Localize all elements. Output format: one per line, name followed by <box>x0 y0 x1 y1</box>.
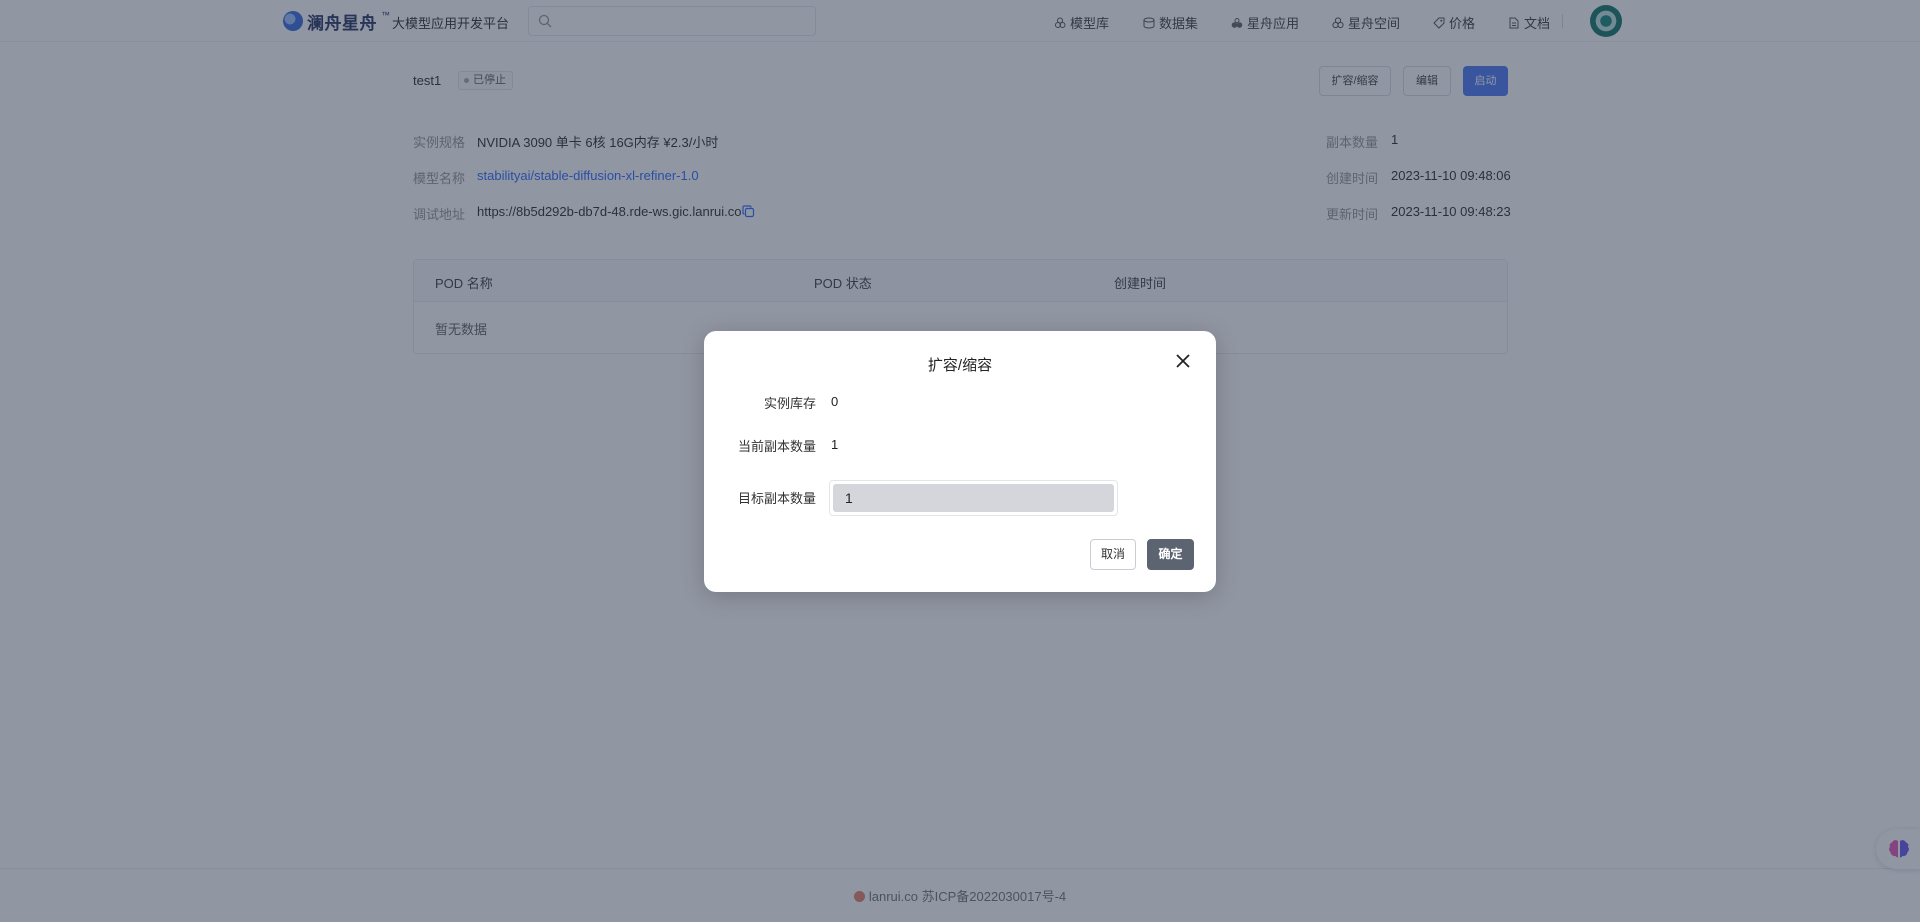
target-replicas-label: 目标副本数量 <box>737 491 816 506</box>
confirm-button[interactable]: 确定 <box>1147 539 1194 570</box>
instance-stock-value: 0 <box>831 394 839 409</box>
cancel-button[interactable]: 取消 <box>1090 539 1136 570</box>
scale-dialog: 扩容/缩容 实例库存 0 当前副本数量 1 目标副本数量 取消 确定 <box>704 331 1216 592</box>
target-replicas-field <box>829 480 1118 516</box>
target-replicas-input[interactable] <box>833 484 1114 512</box>
instance-stock-label: 实例库存 <box>763 396 816 411</box>
dialog-title: 扩容/缩容 <box>927 357 993 374</box>
close-icon[interactable] <box>1173 351 1193 371</box>
current-replicas-label: 当前副本数量 <box>737 439 816 454</box>
current-replicas-value: 1 <box>831 437 839 452</box>
